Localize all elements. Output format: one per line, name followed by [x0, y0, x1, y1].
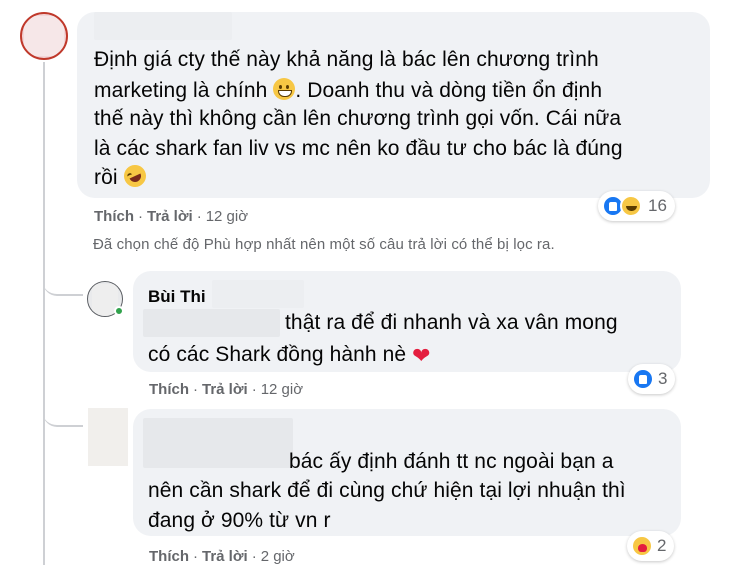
reaction-count: 16: [648, 196, 667, 215]
comment-reactions[interactable]: 16: [598, 191, 675, 221]
thread-line-main: [43, 62, 45, 565]
care-reaction-icon: [631, 535, 653, 557]
reply-1-line-2-text: có các Shark đồng hành nè: [148, 343, 407, 366]
reply-1-reactions[interactable]: 3: [628, 364, 676, 394]
timestamp[interactable]: 12 giờ: [206, 208, 248, 225]
like-link[interactable]: Thích: [149, 548, 189, 565]
like-link[interactable]: Thích: [149, 381, 189, 398]
comment-line-5-text: rồi: [94, 166, 118, 189]
grinning-face-icon: [273, 78, 296, 100]
heart-icon: ❤: [412, 343, 431, 368]
comment-line-4: là các shark fan liv vs mc nên ko đầu tư…: [94, 137, 623, 160]
reply-link[interactable]: Trả lời: [147, 208, 193, 225]
timestamp[interactable]: 12 giờ: [261, 381, 303, 398]
reply-2-line-3: đang ở 90% từ vn r: [148, 509, 331, 532]
redacted-author-surname: [212, 280, 304, 308]
filter-notice: Đã chọn chế độ Phù hợp nhất nên một số c…: [93, 236, 555, 253]
like-reaction-icon: [632, 368, 654, 390]
comment-line-2: marketing là chính . Doanh thu và dòng t…: [94, 75, 602, 106]
reply-link[interactable]: Trả lời: [202, 548, 248, 565]
redacted-author-and-mention: [143, 418, 293, 468]
comment-line-1: Định giá cty thế này khả năng là bác lên…: [94, 48, 599, 71]
comment-line-2-continuation: . Doanh thu và dòng tiền ổn định: [295, 79, 603, 102]
redacted-author-name: [94, 12, 232, 40]
reply-1-line-2: có các Shark đồng hành nè ❤: [148, 339, 431, 371]
online-status-indicator: [114, 306, 124, 316]
reply-2-avatar[interactable]: [88, 408, 128, 466]
comment-line-5: rồi: [94, 161, 150, 193]
reaction-count: 3: [658, 369, 668, 388]
redacted-mention: [143, 309, 280, 337]
comment-line-2-text: marketing là chính: [94, 79, 268, 102]
reply-2-reactions[interactable]: 2: [627, 531, 675, 561]
reply-1-actions: Thích · Trả lời · 12 giờ: [149, 381, 304, 398]
timestamp[interactable]: 2 giờ: [261, 548, 295, 565]
reply-link[interactable]: Trả lời: [202, 381, 248, 398]
reaction-count: 2: [657, 536, 667, 555]
reply-2-actions: Thích · Trả lời · 2 giờ: [149, 548, 295, 565]
rolling-laughing-icon: [119, 161, 150, 191]
comment-actions: Thích · Trả lời · 12 giờ: [94, 208, 249, 225]
commenter-avatar[interactable]: [20, 12, 68, 60]
like-link[interactable]: Thích: [94, 208, 134, 225]
reply-2-line-1: bác ấy định đánh tt nc ngoài bạn a: [289, 450, 614, 473]
reply-1-line-1: thật ra để đi nhanh và xa vân mong: [285, 311, 618, 334]
reply-1-author[interactable]: Bùi Thi: [148, 287, 206, 307]
comment-line-3: thế này thì không cần lên chương trình g…: [94, 107, 622, 130]
thread-branch-reply-1: [43, 266, 83, 296]
haha-reaction-icon: [620, 195, 642, 217]
thread-branch-reply-2: [43, 405, 83, 427]
reply-2-line-2: nên cần shark để đi cùng chứ hiện tại lợ…: [148, 479, 626, 502]
